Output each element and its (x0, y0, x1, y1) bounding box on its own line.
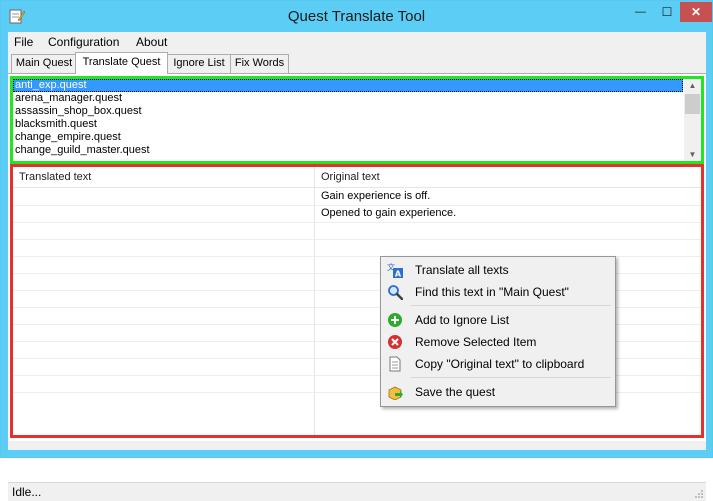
document-icon (387, 356, 403, 372)
minimize-icon: — (635, 6, 646, 18)
cell-translated[interactable] (13, 256, 19, 273)
tab-translate-quest[interactable]: Translate Quest (75, 52, 168, 74)
menu-file[interactable]: File (14, 35, 33, 49)
grid-header: Translated text Original text (13, 167, 701, 188)
menu-item-label: Copy "Original text" to clipboard (415, 353, 584, 375)
status-bar: Idle... (8, 482, 706, 501)
cell-translated[interactable] (13, 239, 19, 256)
add-green-icon (387, 312, 403, 328)
cell-translated[interactable] (13, 324, 19, 341)
menu-separator (411, 305, 611, 306)
quest-list-scrollbar[interactable]: ▲ ▼ (684, 79, 701, 161)
tab-strip: Main Quest Translate Quest Ignore List F… (8, 52, 706, 74)
table-row[interactable]: Gain experience is off. (13, 188, 701, 206)
cell-translated[interactable] (13, 290, 19, 307)
cell-original[interactable]: Opened to gain experience. (315, 205, 456, 222)
cell-translated[interactable] (13, 375, 19, 392)
menu-item-label: Add to Ignore List (415, 309, 509, 331)
status-text: Idle... (12, 485, 41, 499)
tab-ignore-list[interactable]: Ignore List (167, 54, 231, 73)
menu-item-label: Remove Selected Item (415, 331, 536, 353)
menu-configuration[interactable]: Configuration (48, 35, 119, 49)
cell-original[interactable] (315, 341, 321, 358)
cell-original[interactable] (315, 273, 321, 290)
menu-item-remove-selected[interactable]: Remove Selected Item (383, 331, 613, 353)
window-title: Quest Translate Tool (1, 8, 712, 25)
close-button[interactable]: ✕ (680, 2, 712, 22)
column-header-translated[interactable]: Translated text (13, 167, 91, 187)
column-header-original[interactable]: Original text (315, 167, 380, 187)
table-row[interactable]: Opened to gain experience. (13, 205, 701, 223)
cell-translated[interactable] (13, 341, 19, 358)
tab-fix-words[interactable]: Fix Words (230, 54, 289, 73)
minimize-button[interactable]: — (627, 2, 654, 22)
menu-item-label: Find this text in "Main Quest" (415, 281, 569, 303)
cell-original[interactable] (315, 256, 321, 273)
scroll-down-arrow-icon[interactable]: ▼ (684, 148, 701, 161)
menu-bar: File Configuration About (8, 32, 706, 52)
scroll-up-arrow-icon[interactable]: ▲ (684, 79, 701, 92)
cell-translated[interactable] (13, 188, 19, 205)
menu-item-copy-original[interactable]: Copy "Original text" to clipboard (383, 353, 613, 375)
cell-original[interactable] (315, 358, 321, 375)
cell-translated[interactable] (13, 205, 19, 222)
cell-original[interactable] (315, 239, 321, 256)
scroll-thumb[interactable] (685, 94, 700, 114)
menu-item-label: Save the quest (415, 381, 495, 403)
list-item[interactable]: change_empire.quest (13, 131, 683, 144)
cell-original[interactable] (315, 375, 321, 392)
cell-original[interactable]: Gain experience is off. (315, 188, 430, 205)
magnifier-icon (387, 284, 403, 300)
cell-translated[interactable] (13, 358, 19, 375)
list-item[interactable]: blacksmith.quest (13, 118, 683, 131)
menu-item-find-in-main-quest[interactable]: Find this text in "Main Quest" (383, 281, 613, 303)
table-row[interactable] (13, 222, 701, 240)
remove-red-icon (387, 334, 403, 350)
menu-separator (411, 377, 611, 378)
cell-original[interactable] (315, 324, 321, 341)
list-item[interactable]: change_guild_master.quest (13, 144, 683, 157)
list-item[interactable]: assassin_shop_box.quest (13, 105, 683, 118)
context-menu: A 文 Translate all texts Find this text i… (380, 256, 616, 407)
cell-translated[interactable] (13, 273, 19, 290)
maximize-button[interactable]: ☐ (654, 2, 680, 22)
menu-item-label: Translate all texts (415, 259, 509, 281)
list-item[interactable]: arena_manager.quest (13, 92, 683, 105)
cell-original[interactable] (315, 290, 321, 307)
menu-item-add-to-ignore[interactable]: Add to Ignore List (383, 309, 613, 331)
resize-grip-icon[interactable] (694, 489, 704, 499)
maximize-icon: ☐ (662, 5, 673, 19)
cell-translated[interactable] (13, 222, 19, 239)
svg-text:A: A (395, 270, 402, 279)
cell-original[interactable] (315, 307, 321, 324)
list-item[interactable]: anti_exp.quest (13, 79, 683, 92)
table-row[interactable] (13, 239, 701, 257)
cell-original[interactable] (315, 222, 321, 239)
title-bar[interactable]: Quest Translate Tool — ☐ ✕ (1, 1, 712, 32)
close-icon: ✕ (691, 5, 701, 19)
tab-main-quest[interactable]: Main Quest (11, 54, 77, 73)
cell-translated[interactable] (13, 307, 19, 324)
quest-list-box: anti_exp.quest arena_manager.quest assas… (10, 76, 704, 164)
save-box-icon (387, 384, 403, 400)
quest-list[interactable]: anti_exp.quest arena_manager.quest assas… (13, 79, 683, 161)
menu-item-save-quest[interactable]: Save the quest (383, 381, 613, 403)
svg-text:文: 文 (387, 262, 395, 272)
translate-icon: A 文 (387, 262, 403, 278)
menu-item-translate-all[interactable]: A 文 Translate all texts (383, 259, 613, 281)
menu-about[interactable]: About (136, 35, 167, 49)
